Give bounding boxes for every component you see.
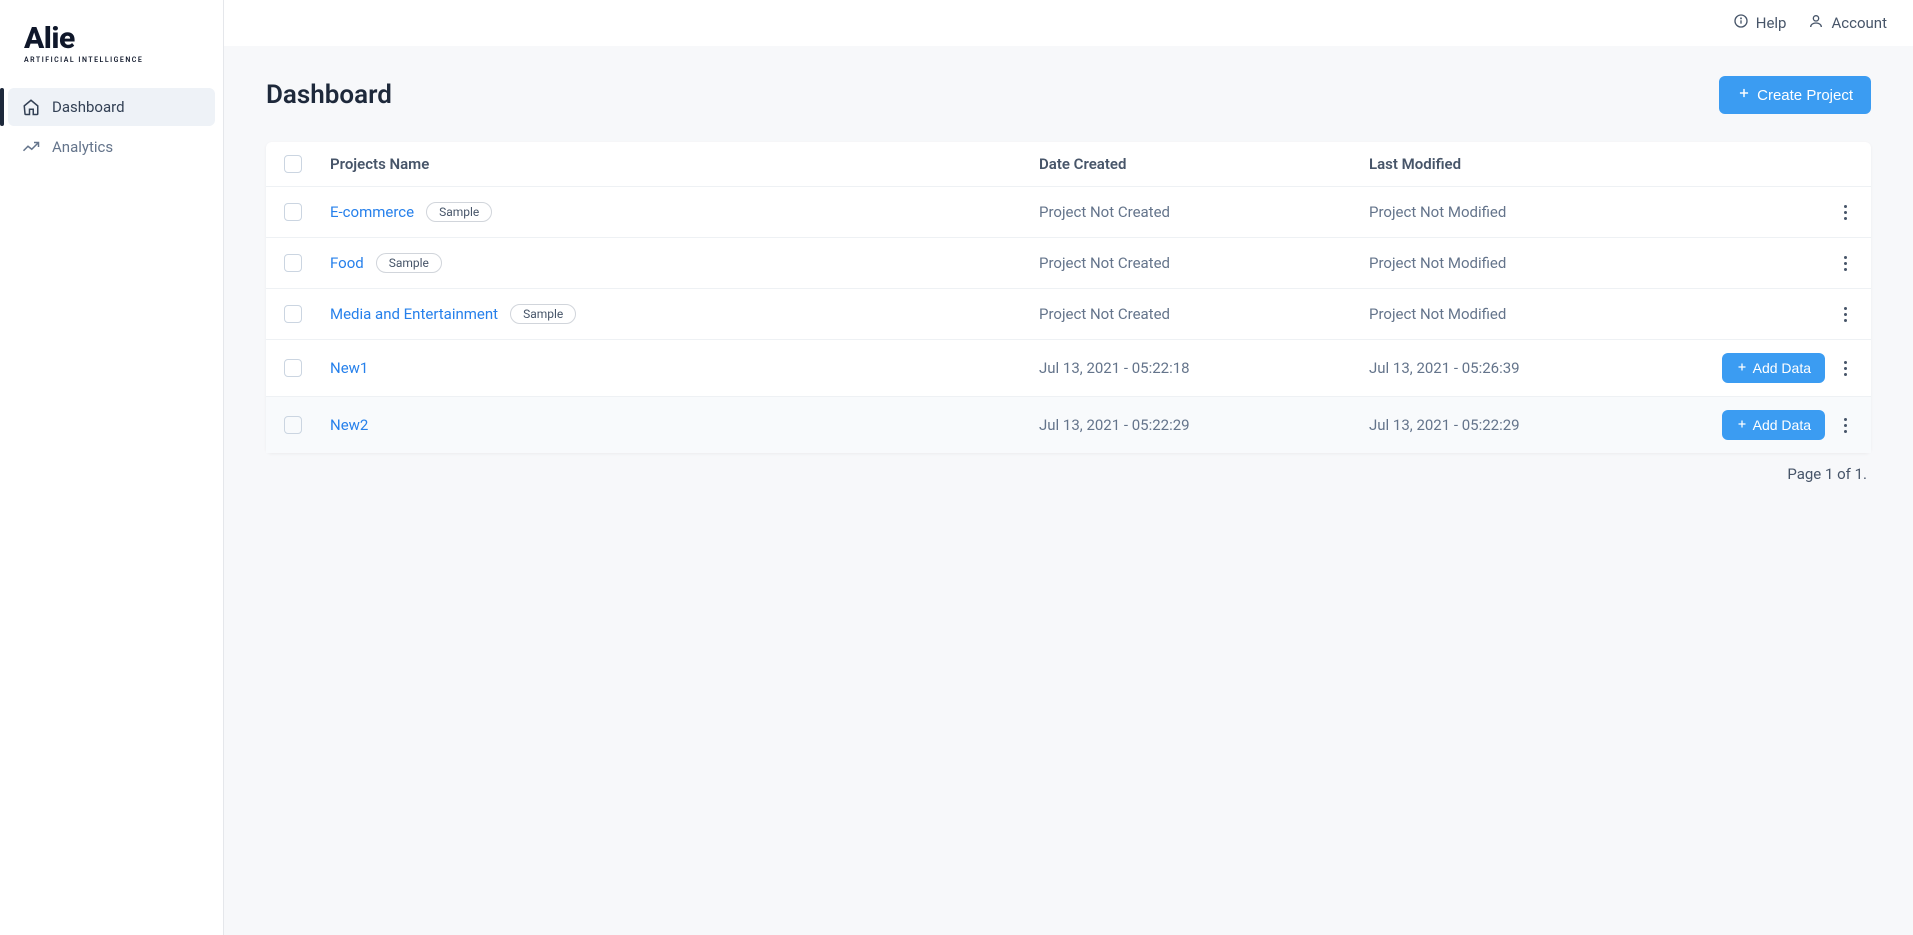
info-icon (1733, 13, 1749, 33)
plus-icon (1737, 86, 1751, 104)
last-modified-cell: Project Not Modified (1369, 254, 1699, 272)
sample-badge: Sample (376, 253, 442, 273)
last-modified-cell: Project Not Modified (1369, 305, 1699, 323)
row-checkbox[interactable] (284, 305, 302, 323)
table-header-row: Projects Name Date Created Last Modified (266, 142, 1871, 187)
sidebar-item-label: Analytics (52, 138, 113, 156)
add-data-button[interactable]: Add Data (1722, 410, 1825, 440)
account-link[interactable]: Account (1808, 13, 1887, 33)
date-created-cell: Project Not Created (1039, 254, 1369, 272)
project-link[interactable]: New1 (330, 359, 368, 377)
pagination-text: Page 1 of 1. (266, 453, 1871, 483)
add-data-button[interactable]: Add Data (1722, 353, 1825, 383)
project-link[interactable]: Food (330, 254, 364, 272)
date-created-cell: Project Not Created (1039, 203, 1369, 221)
projects-table: Projects Name Date Created Last Modified… (266, 142, 1871, 453)
content-area: Dashboard Create Project Projects Name D… (224, 46, 1913, 935)
row-menu-icon[interactable] (1835, 356, 1855, 380)
column-header-name: Projects Name (330, 155, 1039, 173)
last-modified-cell: Project Not Modified (1369, 203, 1699, 221)
add-data-label: Add Data (1753, 360, 1811, 376)
page-title: Dashboard (266, 80, 392, 110)
last-modified-cell: Jul 13, 2021 - 05:22:29 (1369, 416, 1699, 434)
topbar: Help Account (224, 0, 1913, 46)
table-row: Food Sample Project Not CreatedProject Not… (266, 238, 1871, 289)
sidebar-item-label: Dashboard (52, 98, 125, 116)
create-project-label: Create Project (1757, 87, 1853, 104)
row-menu-icon[interactable] (1835, 302, 1855, 326)
table-row: New2 Jul 13, 2021 - 05:22:29Jul 13, 2021 … (266, 397, 1871, 453)
sidebar-item-analytics[interactable]: Analytics (8, 128, 215, 166)
column-header-modified: Last Modified (1369, 155, 1699, 173)
home-icon (22, 98, 40, 116)
project-link[interactable]: E-commerce (330, 203, 414, 221)
row-menu-icon[interactable] (1835, 251, 1855, 275)
row-menu-icon[interactable] (1835, 413, 1855, 437)
date-created-cell: Project Not Created (1039, 305, 1369, 323)
create-project-button[interactable]: Create Project (1719, 76, 1871, 114)
brand-tagline: ARTIFICIAL INTELLIGENCE (24, 56, 203, 64)
row-checkbox[interactable] (284, 416, 302, 434)
date-created-cell: Jul 13, 2021 - 05:22:18 (1039, 359, 1369, 377)
row-checkbox[interactable] (284, 203, 302, 221)
date-created-cell: Jul 13, 2021 - 05:22:29 (1039, 416, 1369, 434)
table-row: E-commerce Sample Project Not CreatedProje… (266, 187, 1871, 238)
project-link[interactable]: Media and Entertainment (330, 305, 498, 323)
brand-name: Alie (24, 24, 203, 54)
sidebar-item-dashboard[interactable]: Dashboard (8, 88, 215, 126)
row-menu-icon[interactable] (1835, 200, 1855, 224)
help-label: Help (1756, 14, 1787, 32)
plus-icon (1736, 417, 1748, 433)
select-all-checkbox[interactable] (284, 155, 302, 173)
account-label: Account (1831, 14, 1887, 32)
project-link[interactable]: New2 (330, 416, 368, 434)
row-checkbox[interactable] (284, 359, 302, 377)
table-row: New1 Jul 13, 2021 - 05:22:18Jul 13, 2021 … (266, 340, 1871, 397)
brand-logo: Alie ARTIFICIAL INTELLIGENCE (0, 0, 223, 82)
help-link[interactable]: Help (1733, 13, 1787, 33)
sample-badge: Sample (426, 202, 492, 222)
plus-icon (1736, 360, 1748, 376)
column-header-created: Date Created (1039, 155, 1369, 173)
add-data-label: Add Data (1753, 417, 1811, 433)
sample-badge: Sample (510, 304, 576, 324)
page-header: Dashboard Create Project (266, 76, 1871, 114)
table-row: Media and Entertainment Sample Project Not… (266, 289, 1871, 340)
row-checkbox[interactable] (284, 254, 302, 272)
sidebar: Alie ARTIFICIAL INTELLIGENCE Dashboard A… (0, 0, 224, 935)
trend-icon (22, 138, 40, 156)
user-icon (1808, 13, 1824, 33)
sidebar-nav: Dashboard Analytics (0, 82, 223, 174)
last-modified-cell: Jul 13, 2021 - 05:26:39 (1369, 359, 1699, 377)
